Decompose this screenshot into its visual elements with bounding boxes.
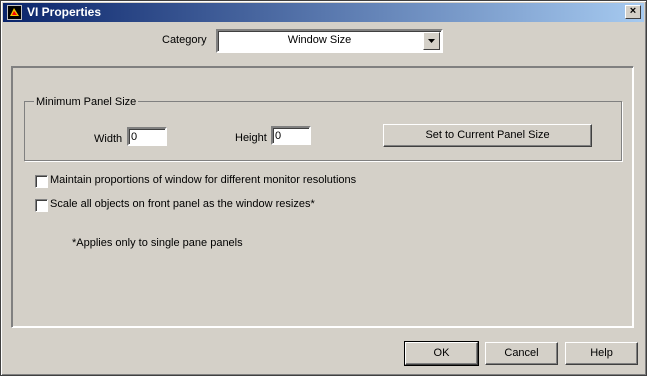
title-bar[interactable]: VI Properties × — [3, 3, 644, 22]
help-button[interactable]: Help — [565, 342, 638, 365]
ok-button[interactable]: OK — [404, 341, 479, 366]
labview-app-icon — [7, 5, 22, 20]
close-button[interactable]: × — [625, 5, 641, 19]
vi-properties-dialog: VI Properties × Category Window Size Min… — [0, 0, 647, 376]
category-selected-value: Window Size — [287, 34, 352, 46]
category-dropdown[interactable]: Window Size — [216, 29, 443, 53]
category-label: Category — [162, 34, 207, 46]
scale-objects-label[interactable]: Scale all objects on front panel as the … — [50, 198, 315, 210]
scale-objects-checkbox[interactable] — [35, 199, 48, 212]
footnote-text: *Applies only to single pane panels — [72, 237, 243, 249]
window-title: VI Properties — [27, 5, 102, 19]
height-input[interactable] — [271, 126, 311, 145]
set-to-current-panel-size-button[interactable]: Set to Current Panel Size — [383, 124, 592, 147]
chevron-down-icon — [428, 39, 435, 43]
maintain-proportions-checkbox[interactable] — [35, 175, 48, 188]
width-label: Width — [94, 133, 123, 145]
dropdown-arrow-button[interactable] — [423, 32, 440, 50]
maintain-proportions-label[interactable]: Maintain proportions of window for diffe… — [50, 174, 356, 186]
width-input[interactable] — [127, 127, 167, 146]
height-label: Height — [235, 132, 267, 144]
cancel-button[interactable]: Cancel — [485, 342, 558, 365]
minimum-panel-size-title: Minimum Panel Size — [34, 96, 139, 108]
